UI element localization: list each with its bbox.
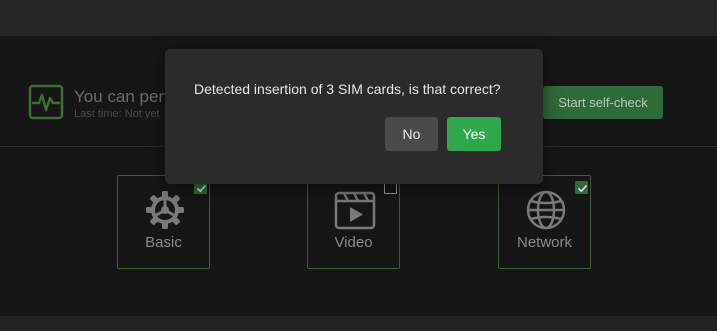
yes-button[interactable]: Yes <box>447 117 501 151</box>
video-clapper-icon <box>333 188 377 232</box>
globe-icon <box>524 188 568 232</box>
card-basic-label: Basic <box>145 234 182 251</box>
heartbeat-monitor-icon <box>28 84 64 120</box>
card-basic[interactable]: Basic <box>117 175 210 269</box>
selfcheck-last-time: Last time: Not yet <box>74 108 160 120</box>
card-network[interactable]: Network <box>498 175 591 269</box>
confirm-dialog: Detected insertion of 3 SIM cards, is th… <box>165 49 543 184</box>
top-bar <box>0 0 717 36</box>
dialog-message: Detected insertion of 3 SIM cards, is th… <box>194 81 501 97</box>
card-network-checkbox[interactable] <box>575 181 588 194</box>
no-button[interactable]: No <box>385 117 438 151</box>
card-video-label: Video <box>334 234 373 251</box>
gear-icon <box>143 188 187 232</box>
card-network-label: Network <box>516 234 572 251</box>
bottom-bar <box>0 316 717 331</box>
card-video[interactable]: Video <box>307 175 400 269</box>
start-self-check-button[interactable]: Start self-check <box>543 86 663 119</box>
